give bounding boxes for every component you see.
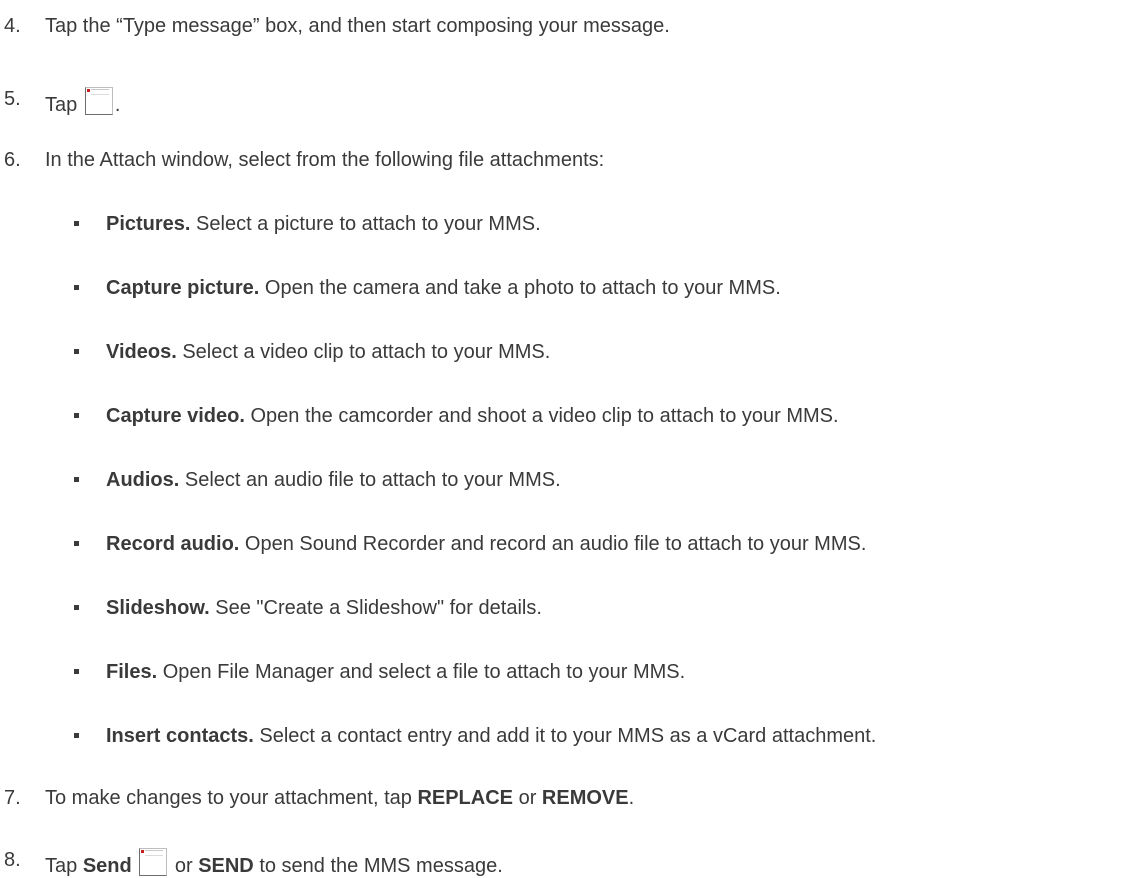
bullet-icon (74, 733, 79, 738)
item-label: Pictures. (106, 213, 191, 235)
item-label: Capture picture. (106, 277, 260, 299)
item-label: Capture video. (106, 405, 245, 427)
item-label: Slideshow. (106, 597, 210, 619)
step-number: 6. (4, 149, 21, 171)
step-number: 7. (4, 787, 21, 809)
attach-icon (84, 87, 113, 115)
step-text: Tap . (45, 87, 120, 117)
step-text: In the Attach window, select from the fo… (45, 149, 605, 171)
item-label: Files. (106, 661, 158, 683)
step-text-pre: To make changes to your attachment, tap (45, 787, 418, 809)
step-text-post: to send the MMS message. (253, 855, 503, 877)
bullet-icon (74, 221, 79, 226)
item-desc: Select a video clip to attach to your MM… (176, 341, 551, 363)
step-text-mid: or (513, 787, 542, 809)
item-label: Record audio. (106, 533, 240, 555)
step-text-pre: Tap (45, 94, 78, 116)
step-text-mid: or (169, 855, 199, 877)
item-desc: Open File Manager and select a file to a… (157, 661, 686, 683)
send-caps-keyword: SEND (198, 855, 254, 877)
item-desc: Open the camera and take a photo to atta… (259, 277, 781, 299)
remove-keyword: REMOVE (541, 787, 629, 809)
step-number: 4. (4, 15, 21, 37)
step-text-pre: Tap (45, 855, 83, 877)
item-label: Videos. (106, 341, 177, 363)
bullet-icon (74, 285, 79, 290)
item-label: Insert contacts. (106, 725, 254, 747)
replace-keyword: REPLACE (417, 787, 514, 809)
item-desc: Open the camcorder and shoot a video cli… (244, 405, 839, 427)
bullet-icon (74, 605, 79, 610)
item-desc: Select a contact entry and add it to you… (253, 725, 877, 747)
bullet-icon (74, 669, 79, 674)
step-text-post: . (114, 94, 121, 116)
bullet-icon (74, 541, 79, 546)
step-number: 8. (4, 849, 21, 871)
item-label: Audios. (106, 469, 180, 491)
bullet-icon (74, 477, 79, 482)
step-text: Tap the “Type message” box, and then sta… (45, 15, 670, 37)
bullet-icon (74, 413, 79, 418)
item-desc: Open Sound Recorder and record an audio … (239, 533, 867, 555)
step-text-post: . (628, 787, 635, 809)
bullet-icon (74, 349, 79, 354)
step-text: Tap Send or SEND to send the MMS message… (45, 848, 503, 878)
send-keyword: Send (82, 855, 132, 877)
send-icon (139, 848, 168, 876)
item-desc: Select a picture to attach to your MMS. (190, 213, 541, 235)
step-text: To make changes to your attachment, tap … (45, 786, 634, 810)
step-number: 5. (4, 88, 21, 110)
item-desc: Select an audio file to attach to your M… (179, 469, 561, 491)
item-desc: See "Create a Slideshow" for details. (209, 597, 542, 619)
